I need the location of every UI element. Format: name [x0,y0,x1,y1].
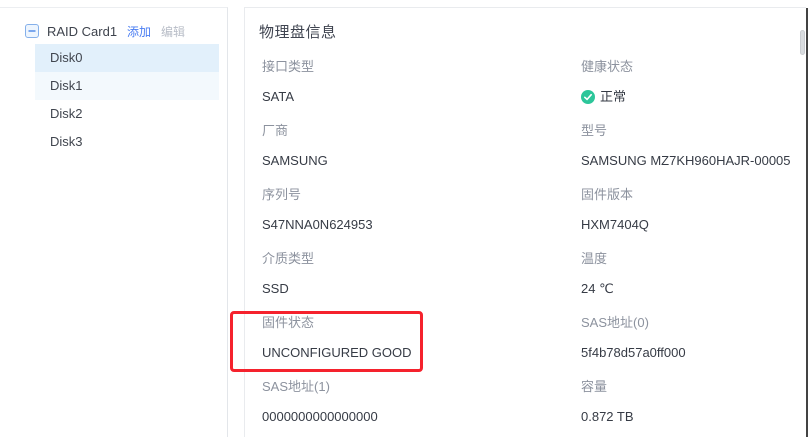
field-label: SAS地址(0) [581,315,806,331]
sidebar-item-disk2[interactable]: Disk2 [35,100,219,128]
edit-link[interactable]: 编辑 [161,23,185,40]
field-model: 型号 SAMSUNG MZ7KH960HAJR-00005 [581,123,806,169]
field-interface-type: 接口类型 SATA [262,59,581,105]
field-value: 0.872 TB [581,409,806,425]
sidebar-item-disk3[interactable]: Disk3 [35,128,219,156]
field-label: 接口类型 [262,59,581,75]
raid-card-node: RAID Card1 添加 编辑 [0,22,227,40]
field-value: 24 ℃ [581,281,806,297]
field-value: S47NNA0N624953 [262,217,581,233]
field-capacity: 容量 0.872 TB [581,379,806,425]
field-value: SAMSUNG MZ7KH960HAJR-00005 [581,153,806,169]
field-label: 容量 [581,379,806,395]
field-label: 温度 [581,251,806,267]
field-label: 序列号 [262,187,581,203]
field-value: 0000000000000000 [262,409,581,425]
raid-card-label[interactable]: RAID Card1 [47,24,127,39]
field-firmware-version: 固件版本 HXM7404Q [581,187,806,233]
health-status-text: 正常 [600,89,626,105]
field-label: 厂商 [262,123,581,139]
field-sas-address-1: SAS地址(1) 0000000000000000 [262,379,581,425]
add-link[interactable]: 添加 [127,23,151,40]
window-edge [806,8,808,437]
physical-disk-info-panel: 物理盘信息 接口类型 SATA 健康状态 正常 厂商 SAMSUNG [244,7,806,437]
sidebar-item-disk1[interactable]: Disk1 [35,72,219,100]
field-value: SSD [262,281,581,297]
scrollbar-thumb[interactable] [800,30,805,55]
field-temperature: 温度 24 ℃ [581,251,806,297]
field-value: SAMSUNG [262,153,581,169]
field-media-type: 介质类型 SSD [262,251,581,297]
field-serial-number: 序列号 S47NNA0N624953 [262,187,581,233]
collapse-icon[interactable] [25,24,39,38]
field-label: 介质类型 [262,251,581,267]
disk-tree-sidebar: RAID Card1 添加 编辑 Disk0 Disk1 Disk2 Disk3 [0,7,228,437]
field-value: 正常 [581,89,806,105]
field-grid: 接口类型 SATA 健康状态 正常 厂商 SAMSUNG 型号 SAMSUNG … [262,59,806,425]
sidebar-item-disk0[interactable]: Disk0 [35,44,219,72]
field-label: 健康状态 [581,59,806,75]
panel-title: 物理盘信息 [259,24,806,42]
field-value: HXM7404Q [581,217,806,233]
field-label: 固件版本 [581,187,806,203]
field-vendor: 厂商 SAMSUNG [262,123,581,169]
field-value: 5f4b78d57a0ff000 [581,345,806,361]
field-firmware-state: 固件状态 UNCONFIGURED GOOD [262,315,581,361]
raid-card-actions: 添加 编辑 [127,23,185,40]
field-sas-address-0: SAS地址(0) 5f4b78d57a0ff000 [581,315,806,361]
field-label: 型号 [581,123,806,139]
field-value: UNCONFIGURED GOOD [262,345,581,361]
field-label: SAS地址(1) [262,379,581,395]
field-health-status: 健康状态 正常 [581,59,806,105]
field-label: 固件状态 [262,315,581,331]
check-circle-icon [581,90,595,104]
field-value: SATA [262,89,581,105]
disk-list: Disk0 Disk1 Disk2 Disk3 [0,44,227,156]
